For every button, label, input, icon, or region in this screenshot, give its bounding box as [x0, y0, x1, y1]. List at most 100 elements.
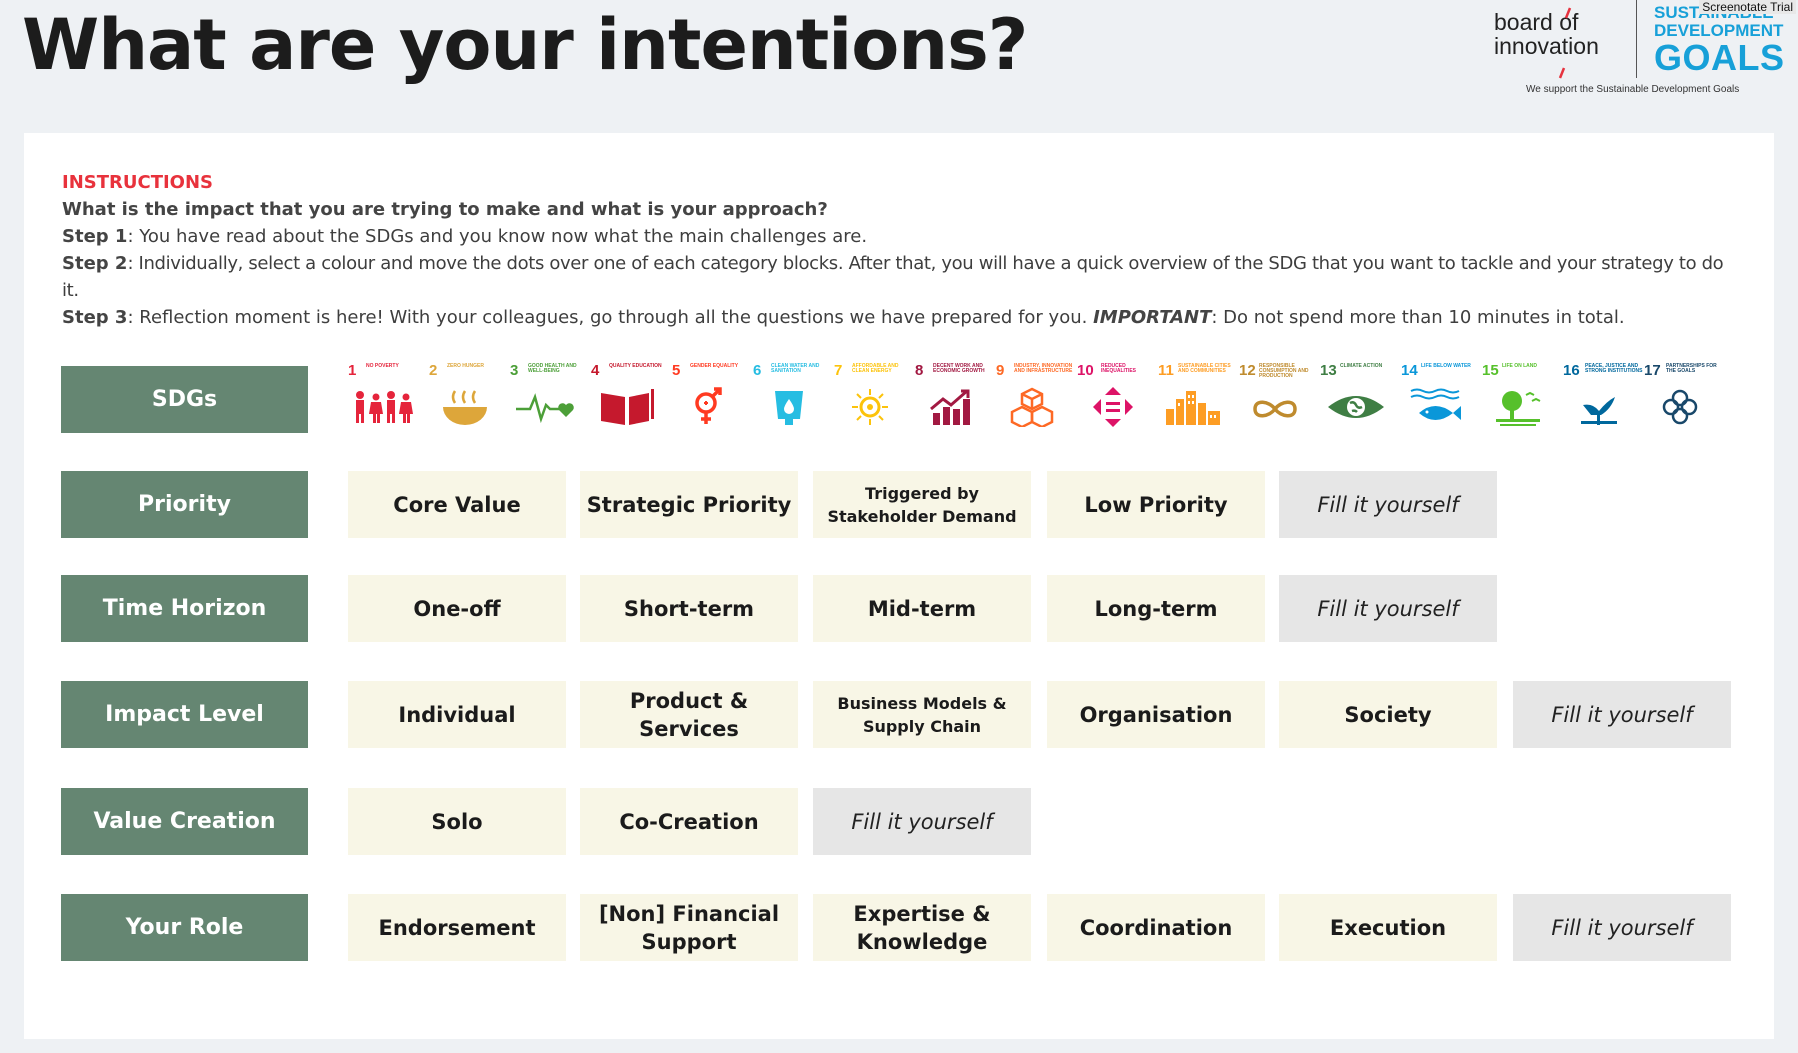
role-option-execution[interactable]: Execution	[1279, 894, 1497, 961]
row-label-impact-level: Impact Level	[61, 681, 308, 748]
board-of-innovation-logo: board of innovation	[1494, 7, 1599, 79]
impact-option-organisation[interactable]: Organisation	[1047, 681, 1265, 748]
row-label-your-role: Your Role	[61, 894, 308, 961]
sdg-goal-8[interactable]: 8 Decent work and economic growth	[915, 363, 991, 433]
impact-option-individual[interactable]: Individual	[348, 681, 566, 748]
sdg-caption: Reduced inequalities	[1101, 363, 1137, 374]
sdg-number: 8	[915, 362, 924, 379]
step-3-text-2: : Do not spend more than 10 minutes in t…	[1211, 307, 1625, 328]
priority-option-stakeholder-demand[interactable]: Triggered by Stakeholder Demand	[813, 471, 1031, 538]
sdg-number: 2	[429, 362, 438, 379]
row-label-value-creation: Value Creation	[61, 788, 308, 855]
sdg-goal-14[interactable]: 14 Life below water	[1401, 363, 1477, 433]
sdg-goal-2[interactable]: 2 Zero hunger	[429, 363, 505, 433]
sdg-caption: Responsible consumption and production	[1259, 363, 1309, 379]
infinity-icon	[1253, 400, 1297, 418]
sdg-caption: Quality education	[609, 363, 662, 369]
time-option-one-off[interactable]: One-off	[348, 575, 566, 642]
value-fill-yourself[interactable]: Fill it yourself	[813, 788, 1031, 855]
sdg-caption: Climate action	[1340, 363, 1383, 369]
sdg-number: 7	[834, 362, 843, 379]
priority-option-core-value[interactable]: Core Value	[348, 471, 566, 538]
instructions-question: What is the impact that you are trying t…	[62, 199, 828, 220]
instructions-step-2: Step 2: Individually, select a colour an…	[62, 250, 1742, 304]
sdg-number: 12	[1239, 362, 1256, 379]
sdg-goal-12[interactable]: 12 Responsible consumption and productio…	[1239, 363, 1315, 433]
impact-option-business-models[interactable]: Business Models & Supply Chain	[813, 681, 1031, 748]
sdg-logo: SUSTAINABLE DEVELOPMENT GOALS	[1654, 4, 1785, 76]
role-fill-yourself[interactable]: Fill it yourself	[1513, 894, 1731, 961]
instructions-heading: INSTRUCTIONS	[62, 172, 213, 193]
sdg-caption: Zero hunger	[447, 363, 484, 369]
priority-option-low[interactable]: Low Priority	[1047, 471, 1265, 538]
time-option-short-term[interactable]: Short-term	[580, 575, 798, 642]
step-1-label: Step 1	[62, 226, 128, 247]
instructions-block: INSTRUCTIONS What is the impact that you…	[62, 169, 1742, 331]
trial-badge: Screenotate Trial	[1699, 0, 1796, 14]
sdg-goal-1[interactable]: 1 No poverty	[348, 363, 424, 433]
sdg-number: 5	[672, 362, 681, 379]
role-option-endorsement[interactable]: Endorsement	[348, 894, 566, 961]
sdg-caption: Gender equality	[690, 363, 739, 369]
sdg-goal-4[interactable]: 4 Quality education	[591, 363, 667, 433]
sdg-caption: Life below water	[1421, 363, 1471, 369]
step-3-important: IMPORTANT	[1093, 307, 1212, 328]
family-icon	[356, 391, 413, 423]
dove-icon	[1581, 397, 1617, 425]
impact-option-product-services[interactable]: Product & Services	[580, 681, 798, 748]
sdg-goal-15[interactable]: 15 Life on land	[1482, 363, 1558, 433]
sdg-goal-17[interactable]: 17 Partnerships for the goals	[1644, 363, 1720, 433]
sdg-caption: Peace, justice and strong institutions	[1585, 363, 1643, 374]
sdg-caption: Industry, innovation and infrastructure	[1014, 363, 1073, 374]
priority-option-strategic[interactable]: Strategic Priority	[580, 471, 798, 538]
sdg-goal-5[interactable]: 5 Gender equality	[672, 363, 748, 433]
tree-icon	[1496, 391, 1541, 426]
sdg-goal-9[interactable]: 9 Industry, innovation and infrastructur…	[996, 363, 1072, 433]
role-option-financial-support[interactable]: [Non] Financial Support	[580, 894, 798, 961]
gender-icon	[695, 387, 722, 424]
sdg-goal-7[interactable]: 7 Affordable and clean energy	[834, 363, 910, 433]
fish-icon	[1410, 388, 1461, 420]
impact-option-society[interactable]: Society	[1279, 681, 1497, 748]
priority-fill-yourself[interactable]: Fill it yourself	[1279, 471, 1497, 538]
sdg-caption: Sustainable cities and communities	[1178, 363, 1231, 374]
sdg-goal-11[interactable]: 11 Sustainable cities and communities	[1158, 363, 1234, 433]
support-text: We support the Sustainable Development G…	[1526, 84, 1740, 95]
instructions-step-1: Step 1: You have read about the SDGs and…	[62, 223, 1742, 250]
role-option-coordination[interactable]: Coordination	[1047, 894, 1265, 961]
impact-fill-yourself[interactable]: Fill it yourself	[1513, 681, 1731, 748]
value-option-co-creation[interactable]: Co-Creation	[580, 788, 798, 855]
sdg-number: 6	[753, 362, 762, 379]
step-1-text: : You have read about the SDGs and you k…	[127, 226, 868, 247]
row-label-time-horizon: Time Horizon	[61, 575, 308, 642]
step-2-text: : Individually, select a colour and move…	[62, 253, 1724, 301]
canvas-card: INSTRUCTIONS What is the impact that you…	[24, 133, 1774, 1039]
cubes-icon	[1010, 387, 1054, 427]
sdg-goal-3[interactable]: 3 Good health and well-being	[510, 363, 586, 433]
sdg-goal-16[interactable]: 16 Peace, justice and strong institution…	[1563, 363, 1643, 433]
city-icon	[1166, 391, 1220, 425]
page-title: What are your intentions?	[22, 4, 1028, 86]
sdg-number: 1	[348, 362, 357, 379]
sdg-goal-10[interactable]: 10 Reduced inequalities	[1077, 363, 1153, 433]
time-fill-yourself[interactable]: Fill it yourself	[1279, 575, 1497, 642]
sdg-number: 9	[996, 362, 1005, 379]
row-label-priority: Priority	[61, 471, 308, 538]
bowl-icon	[443, 390, 487, 425]
heartbeat-icon	[516, 393, 574, 424]
sdg-icon-strip: 1 No poverty 2 Zero hunger 3 Good health…	[348, 363, 1748, 433]
sdg-logo-goals: GOALS	[1654, 37, 1785, 78]
time-option-long-term[interactable]: Long-term	[1047, 575, 1265, 642]
value-option-solo[interactable]: Solo	[348, 788, 566, 855]
time-option-mid-term[interactable]: Mid-term	[813, 575, 1031, 642]
sdg-caption: Partnerships for the goals	[1666, 363, 1717, 374]
sdg-goal-6[interactable]: 6 Clean water and sanitation	[753, 363, 829, 433]
role-option-expertise[interactable]: Expertise & Knowledge	[813, 894, 1031, 961]
water-glass-icon	[775, 391, 803, 425]
sdg-number: 15	[1482, 362, 1499, 379]
sdg-number: 17	[1644, 362, 1661, 379]
sdg-number: 13	[1320, 362, 1337, 379]
sdg-caption: Life on land	[1502, 363, 1537, 369]
sdg-number: 4	[591, 362, 600, 379]
sdg-goal-13[interactable]: 13 Climate action	[1320, 363, 1396, 433]
